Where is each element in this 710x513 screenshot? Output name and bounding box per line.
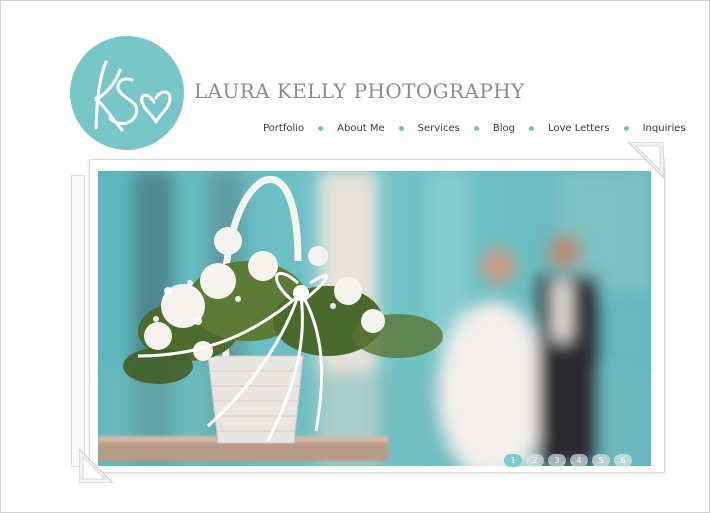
- wedding-flower-basket-photo: [98, 171, 651, 466]
- nav-item-services[interactable]: Services: [418, 123, 460, 134]
- teal-dot-icon: [318, 125, 324, 131]
- slideshow-image[interactable]: [98, 171, 651, 466]
- slide-dot-1[interactable]: 1: [504, 454, 522, 467]
- page-frame: LAURA KELLY PHOTOGRAPHY Portfolio About …: [0, 0, 710, 513]
- slide-dot-6[interactable]: 6: [614, 454, 632, 467]
- slideshow-pagination: 1 2 3 4 5 6: [504, 454, 632, 467]
- slide-dot-5[interactable]: 5: [592, 454, 610, 467]
- slide-dot-3[interactable]: 3: [548, 454, 566, 467]
- slide-dot-2[interactable]: 2: [526, 454, 544, 467]
- slide-dot-4[interactable]: 4: [570, 454, 588, 467]
- logo[interactable]: [70, 36, 184, 150]
- nav-item-blog[interactable]: Blog: [493, 123, 515, 134]
- nav-item-about-me[interactable]: About Me: [337, 123, 385, 134]
- nav-item-love-letters[interactable]: Love Letters: [548, 123, 610, 134]
- nav-item-inquiries[interactable]: Inquiries: [643, 123, 686, 134]
- teal-dot-icon: [528, 125, 534, 131]
- teal-dot-icon: [398, 125, 404, 131]
- site-title[interactable]: LAURA KELLY PHOTOGRAPHY: [194, 79, 525, 103]
- teal-dot-icon: [623, 125, 629, 131]
- ks-monogram-heart-icon: [94, 60, 172, 132]
- paper-back-edge: [71, 174, 85, 468]
- teal-dot-icon: [473, 125, 479, 131]
- nav-item-portfolio[interactable]: Portfolio: [263, 123, 304, 134]
- main-nav: Portfolio About Me Services Blog Love Le…: [263, 120, 686, 136]
